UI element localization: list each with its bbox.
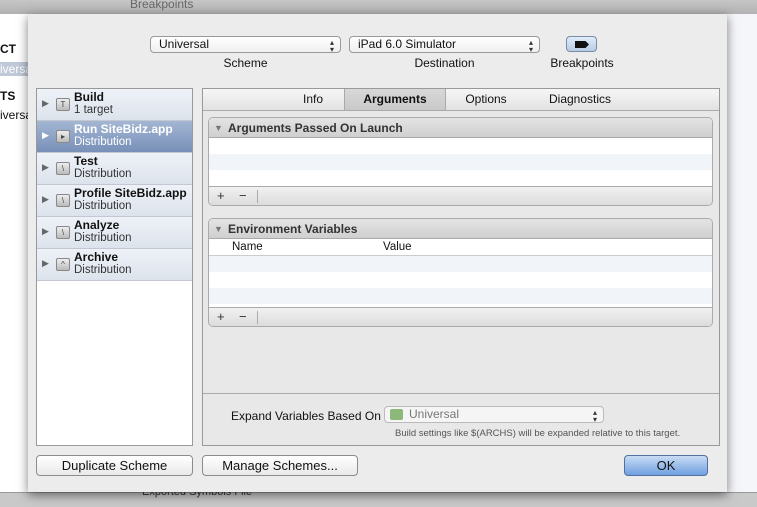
divider: [203, 393, 719, 394]
background-title: Breakpoints: [130, 0, 194, 11]
table-row[interactable]: [209, 288, 712, 304]
action-subtitle: Distribution: [74, 168, 132, 180]
remove-argument-button[interactable]: −: [239, 188, 247, 203]
play-icon: ▸: [56, 130, 70, 143]
disclosure-triangle-icon[interactable]: ▶: [42, 258, 49, 269]
tab-diagnostics[interactable]: Diagnostics: [533, 89, 627, 110]
tab-info[interactable]: Info: [273, 89, 353, 110]
table-row[interactable]: [209, 154, 712, 170]
action-detail-panel: Info Arguments Options Diagnostics ▼ Argu…: [202, 88, 720, 446]
action-profile[interactable]: ▶ \ Profile SiteBidz.app Distribution: [37, 185, 192, 217]
background-bottom: Exported Symbols File: [0, 486, 757, 507]
archive-icon: ^: [56, 258, 70, 271]
expand-target-popup[interactable]: Universal ▴ ▾: [384, 406, 604, 424]
wrench-icon: \: [56, 162, 70, 175]
column-header-row: Name Value: [209, 239, 712, 256]
breakpoints-toggle[interactable]: [566, 36, 597, 52]
table-row[interactable]: [209, 272, 712, 288]
destination-popup[interactable]: iPad 6.0 Simulator ▴ ▾: [349, 36, 540, 54]
tab-arguments[interactable]: Arguments: [344, 89, 446, 110]
breakpoint-icon: [575, 41, 589, 48]
table-row[interactable]: [209, 256, 712, 272]
ok-button[interactable]: OK: [624, 455, 708, 476]
action-subtitle: Distribution: [74, 264, 132, 276]
action-list: ▶ T Build 1 target ▶ ▸ Run SiteBidz.app Distri…: [36, 88, 193, 446]
table-row[interactable]: [209, 138, 712, 154]
action-subtitle: Distribution: [74, 200, 132, 212]
disclosure-triangle-icon[interactable]: ▶: [42, 98, 49, 109]
bg-sidebar-text: TS: [0, 89, 16, 103]
breakpoints-label: Breakpoints: [550, 56, 614, 70]
action-run[interactable]: ▶ ▸ Run SiteBidz.app Distribution: [37, 121, 192, 153]
environment-section: ▼ Environment Variables Name Value + −: [208, 218, 713, 327]
action-title: Profile SiteBidz.app: [74, 186, 187, 200]
popup-arrows-icon: ▴ ▾: [592, 408, 597, 424]
disclosure-triangle-icon[interactable]: ▶: [42, 194, 49, 205]
disclosure-triangle-icon[interactable]: ▼: [214, 118, 223, 138]
disclosure-triangle-icon[interactable]: ▼: [214, 219, 223, 239]
disclosure-triangle-icon[interactable]: ▶: [42, 130, 49, 141]
wrench-icon: \: [56, 194, 70, 207]
popup-arrows-icon: ▴ ▾: [329, 38, 334, 54]
action-build[interactable]: ▶ T Build 1 target: [37, 89, 192, 121]
action-analyze[interactable]: ▶ \ Analyze Distribution: [37, 217, 192, 249]
disclosure-triangle-icon[interactable]: ▶: [42, 226, 49, 237]
column-name[interactable]: Name: [232, 239, 263, 256]
scheme-editor-sheet: Universal ▴ ▾ Scheme iPad 6.0 Simulator ▴ ▾ …: [28, 14, 727, 492]
hammer-icon: T: [56, 98, 70, 111]
action-subtitle: Distribution: [74, 232, 132, 244]
disclosure-triangle-icon[interactable]: ▶: [42, 162, 49, 173]
arguments-header[interactable]: ▼ Arguments Passed On Launch: [209, 118, 712, 138]
destination-value: iPad 6.0 Simulator: [358, 37, 457, 51]
action-title: Build: [74, 90, 104, 104]
arguments-title: Arguments Passed On Launch: [228, 121, 403, 135]
environment-title: Environment Variables: [228, 222, 358, 236]
action-subtitle: Distribution: [74, 136, 132, 148]
action-test[interactable]: ▶ \ Test Distribution: [37, 153, 192, 185]
environment-header[interactable]: ▼ Environment Variables: [209, 219, 712, 239]
scheme-label: Scheme: [223, 56, 268, 70]
action-title: Analyze: [74, 218, 120, 232]
add-argument-button[interactable]: +: [217, 188, 225, 203]
expand-target-value: Universal: [409, 407, 460, 421]
wrench-icon: \: [56, 226, 70, 239]
tab-options[interactable]: Options: [446, 89, 526, 110]
expand-label: Expand Variables Based On: [231, 409, 381, 423]
arguments-section: ▼ Arguments Passed On Launch + −: [208, 117, 713, 206]
action-title: Test: [74, 154, 98, 168]
background-sidebar: CT iversa TS iversa: [0, 14, 33, 494]
add-variable-button[interactable]: +: [217, 309, 225, 324]
destination-label: Destination: [414, 56, 475, 70]
bg-sidebar-text: iversa: [0, 62, 33, 76]
arguments-footer: + −: [209, 186, 712, 205]
background-panel: [727, 14, 757, 494]
tab-bar: Info Arguments Options Diagnostics: [203, 89, 719, 111]
scheme-value: Universal: [159, 37, 210, 51]
action-archive[interactable]: ▶ ^ Archive Distribution: [37, 249, 192, 281]
manage-schemes-button[interactable]: Manage Schemes...: [202, 455, 358, 476]
background-titlebar: Breakpoints: [0, 0, 757, 14]
action-title: Run SiteBidz.app: [74, 122, 173, 136]
column-value[interactable]: Value: [383, 239, 412, 256]
remove-variable-button[interactable]: −: [239, 309, 247, 324]
expand-hint: Build settings like $(ARCHS) will be exp…: [395, 428, 681, 439]
environment-footer: + −: [209, 307, 712, 326]
scheme-popup[interactable]: Universal ▴ ▾: [150, 36, 341, 54]
action-subtitle: 1 target: [74, 104, 113, 116]
target-icon: [390, 409, 403, 420]
popup-arrows-icon: ▴ ▾: [528, 38, 533, 54]
action-title: Archive: [74, 250, 119, 264]
duplicate-scheme-button[interactable]: Duplicate Scheme: [36, 455, 193, 476]
table-row[interactable]: [209, 170, 712, 186]
bg-sidebar-text: CT: [0, 42, 16, 56]
